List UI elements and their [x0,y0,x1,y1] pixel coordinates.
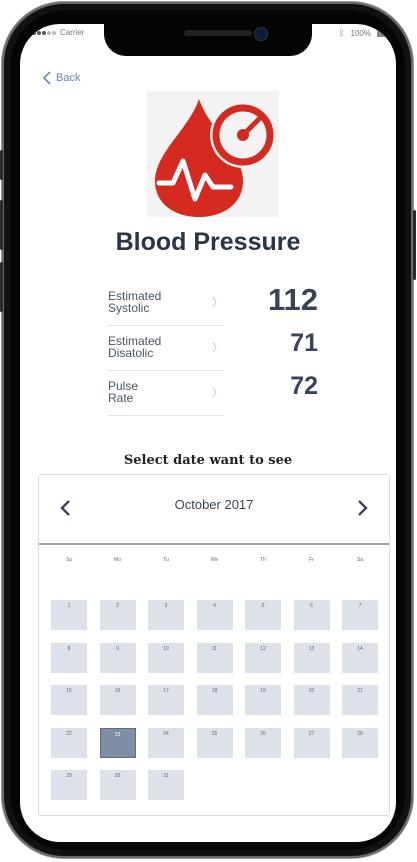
calendar-day[interactable]: 18 [196,685,233,715]
calendar-day[interactable]: 15 [51,685,87,715]
calendar-day[interactable]: 3 [148,600,184,630]
status-bar-left: Carrier [32,28,84,37]
metric-value: 72 [290,372,318,400]
metric-label-line2: Systolic [108,301,150,315]
speaker-grille [184,30,252,36]
calendar-day[interactable]: 25 [196,727,233,758]
volume-up-button [0,200,3,250]
metric-label-line2: Rate [108,391,134,405]
calendar-day[interactable]: 26 [245,727,281,758]
power-button [413,210,416,280]
calendar-day[interactable]: 6 [293,600,330,630]
calendar-day[interactable]: 22 [51,727,87,758]
calendar-day[interactable]: 8 [51,642,87,673]
weekday-label: Th [260,557,266,563]
blood-drop-gauge-icon [155,99,276,217]
calendar-day[interactable]: 1 [51,600,87,630]
calendar-day[interactable]: 9 [99,642,136,673]
metric-label: Pulse Rate [108,380,198,404]
calendar-day[interactable]: 31 [148,770,184,800]
divider [108,415,224,416]
calendar-day[interactable]: 17 [148,685,184,715]
weekday-label: Tu [163,557,169,563]
back-button[interactable]: Back [42,71,80,85]
divider [108,325,224,326]
chevron-right-icon [358,500,368,516]
bluetooth-icon: ᛒ [339,28,345,38]
metric-row-diastolic[interactable]: Estimated Disatolic 〉 71 [108,327,324,371]
chevron-right-icon: 〉 [212,342,223,354]
calendar: October 2017 Su Mo Tu We Th Fr Sa 1 2 3 4 5 6 7 8 9 10 1… [38,474,390,816]
calendar-day[interactable]: 21 [342,685,378,715]
metric-row-systolic[interactable]: Estimated Systolic 〉 112 [108,282,324,326]
calendar-day[interactable]: 30 [99,770,136,800]
month-label: October 2017 [174,497,254,512]
carrier-label: Carrier [60,28,85,37]
signal-icon [32,30,56,35]
calendar-day[interactable]: 5 [245,600,281,630]
metric-row-pulse[interactable]: Pulse Rate 〉 72 [108,372,324,416]
calendar-day[interactable]: 19 [245,685,281,715]
blood-pressure-logo [147,91,279,217]
calendar-day[interactable]: 11 [196,642,233,673]
calendar-day[interactable]: 29 [51,770,87,800]
weekday-label: Mo [114,557,121,563]
notch [104,24,312,56]
calendar-day[interactable]: 16 [99,685,136,715]
weekday-label: Sa [356,557,364,563]
calendar-header: October 2017 [39,475,389,545]
calendar-day[interactable]: 28 [342,727,378,758]
chevron-right-icon: 〉 [212,297,223,309]
mute-switch [0,150,3,180]
weekday-label: Su [65,557,73,563]
calendar-day[interactable]: 10 [148,642,184,673]
calendar-day[interactable]: 4 [196,600,233,630]
metric-value: 71 [290,329,318,357]
chevron-left-icon [42,71,51,85]
calendar-day[interactable]: 12 [245,642,281,673]
metric-label-line2: Disatolic [108,346,154,360]
divider [108,370,224,371]
battery-percent: 100% [350,28,371,38]
volume-down-button [0,262,3,312]
metric-label: Estimated Systolic [108,290,198,314]
calendar-day[interactable]: 2 [99,600,136,630]
next-month-button[interactable] [357,497,369,523]
status-bar-right: ᛒ 100% [339,28,386,38]
date-prompt: Select date want to see [123,453,293,468]
calendar-day[interactable]: 24 [148,727,184,758]
weekday-label: Fr [309,557,314,563]
page-title: Blood Pressure [115,228,301,256]
back-label: Back [56,72,81,84]
calendar-day[interactable]: 13 [293,642,330,673]
weekday-label: We [210,557,219,563]
calendar-day[interactable]: 20 [293,685,330,715]
metric-value: 112 [267,282,318,317]
front-camera [254,27,268,41]
chevron-right-icon: 〉 [212,387,223,399]
calendar-day[interactable]: 14 [342,642,378,673]
calendar-day[interactable]: 7 [342,600,378,630]
battery-icon [377,29,386,37]
app-screen: Carrier ᛒ 100% Back Blood Pressure Estim… [20,24,396,842]
calendar-day[interactable]: 27 [293,727,330,758]
metric-label: Estimated Disatolic [108,335,198,359]
calendar-day-selected[interactable]: 23 [99,727,136,758]
